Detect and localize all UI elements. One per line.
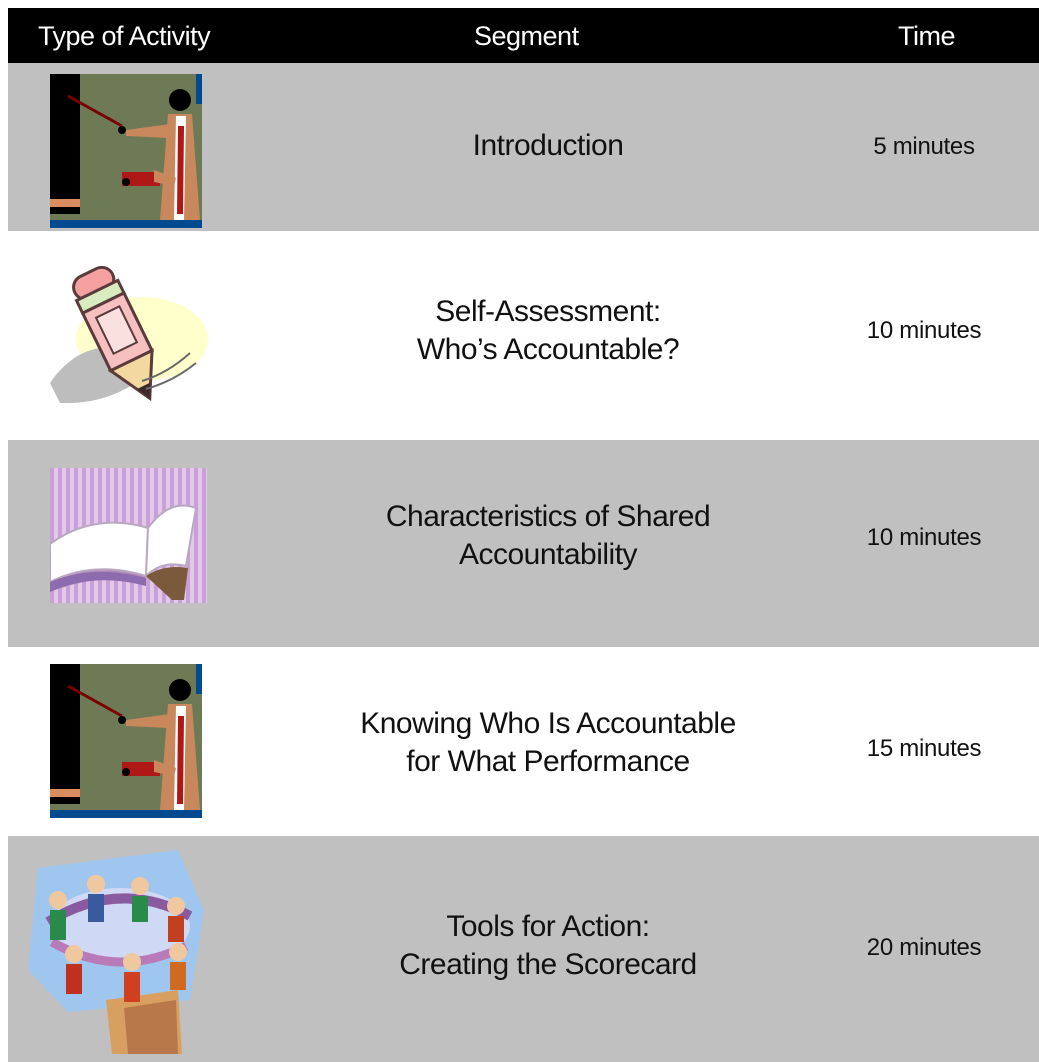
agenda-table: Type of Activity Segment Time Introducti… (0, 0, 1039, 1062)
header-time: Time (898, 21, 956, 51)
header-segment: Segment (474, 21, 579, 51)
segment-line: Creating the Scorecard (399, 948, 697, 981)
time-cell: 5 minutes (873, 133, 975, 160)
table-header: Type of Activity Segment Time (8, 8, 1039, 63)
segment-line: Tools for Action: (446, 910, 650, 943)
team-group-icon (28, 850, 206, 1054)
segment-line: Accountability (458, 538, 638, 571)
segment-line: Self-Assessment: (435, 295, 661, 328)
segment-line: Knowing Who Is Accountable (360, 707, 736, 740)
segment-cell: Self-Assessment: Who’s Accountable? (268, 293, 828, 369)
time-cell: 10 minutes (866, 524, 982, 551)
header-type-of-activity: Type of Activity (38, 21, 211, 51)
table-row: Self-Assessment: Who’s Accountable? 10 m… (8, 231, 1039, 440)
segment-cell: Knowing Who Is Accountable for What Perf… (268, 705, 828, 781)
segment-line: for What Performance (406, 745, 690, 778)
segment-cell: Introduction (268, 127, 828, 165)
segment-cell: Characteristics of Shared Accountability (268, 498, 828, 574)
table-row: Tools for Action: Creating the Scorecard… (8, 836, 1039, 1062)
table-row: Introduction 5 minutes (8, 63, 1039, 231)
table-row: Knowing Who Is Accountable for What Perf… (8, 647, 1039, 836)
segment-line: Who’s Accountable? (416, 333, 680, 366)
pencil-icon (50, 255, 208, 415)
time-cell: 10 minutes (866, 317, 982, 344)
segment-line: Characteristics of Shared (385, 500, 711, 533)
segment-cell: Tools for Action: Creating the Scorecard (268, 908, 828, 984)
open-book-icon (50, 468, 207, 603)
presenter-icon (50, 664, 202, 818)
time-cell: 20 minutes (866, 934, 982, 961)
time-cell: 15 minutes (866, 735, 982, 762)
presenter-icon (50, 74, 202, 228)
segment-line: Introduction (472, 129, 624, 162)
table-row: Characteristics of Shared Accountability… (8, 440, 1039, 647)
